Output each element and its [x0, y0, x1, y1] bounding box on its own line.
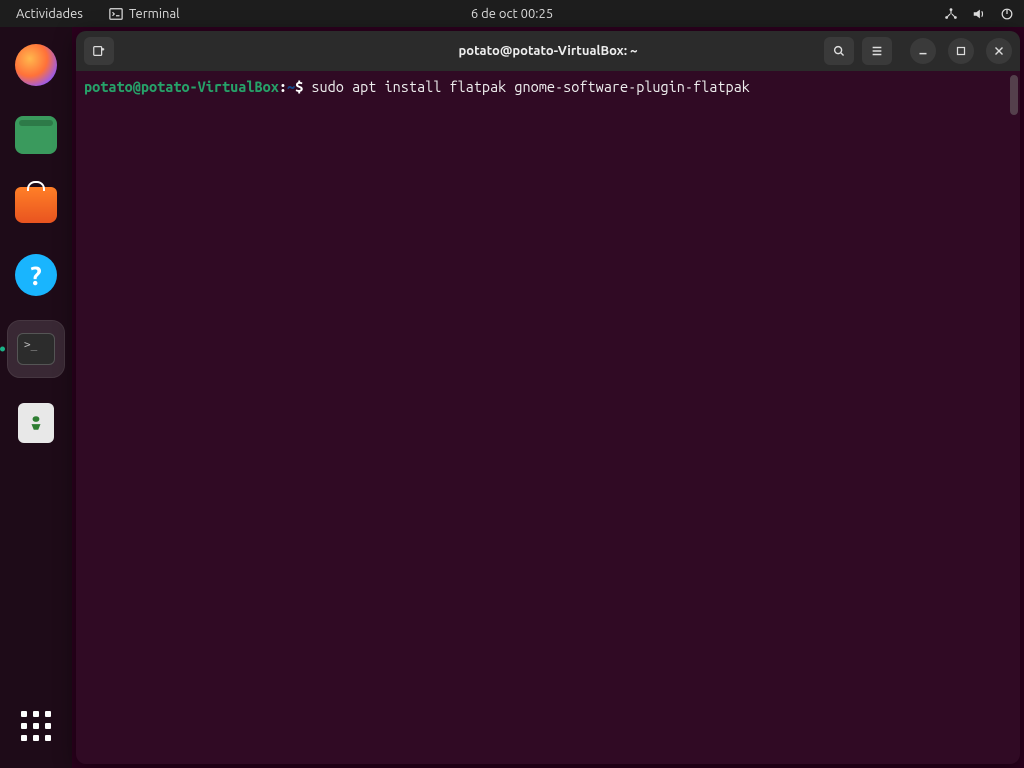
window-title: potato@potato-VirtualBox: ~ — [459, 44, 638, 58]
new-tab-button[interactable] — [84, 37, 114, 65]
dock: ? >_ — [0, 27, 72, 768]
minimize-icon — [916, 44, 930, 58]
titlebar[interactable]: potato@potato-VirtualBox: ~ — [76, 31, 1020, 71]
volume-icon — [972, 7, 986, 21]
launcher-help[interactable]: ? — [12, 251, 60, 299]
launcher-files[interactable] — [12, 111, 60, 159]
command-text: sudo apt install flatpak gnome-software-… — [311, 78, 749, 95]
power-icon — [1000, 7, 1014, 21]
system-tray[interactable] — [944, 7, 1014, 21]
prompt-sep: : — [279, 78, 287, 95]
hamburger-menu-button[interactable] — [862, 37, 892, 65]
hamburger-icon — [870, 44, 884, 58]
search-button[interactable] — [824, 37, 854, 65]
appmenu-label: Terminal — [129, 7, 180, 21]
launcher-trash[interactable] — [12, 399, 60, 447]
maximize-icon — [954, 44, 968, 58]
launcher-terminal[interactable]: >_ — [8, 321, 64, 377]
search-icon — [832, 44, 846, 58]
minimize-button[interactable] — [910, 38, 936, 64]
terminal-icon — [109, 7, 123, 21]
close-icon — [992, 44, 1006, 58]
prompt-user: potato@potato-VirtualBox — [84, 78, 279, 95]
activities-button[interactable]: Actividades — [10, 5, 89, 23]
terminal-app-icon: >_ — [17, 333, 55, 365]
launcher-software[interactable] — [12, 181, 60, 229]
files-icon — [15, 116, 57, 154]
network-icon — [944, 7, 958, 21]
help-icon: ? — [15, 254, 57, 296]
show-applications-button[interactable] — [12, 702, 60, 750]
new-tab-icon — [92, 44, 106, 58]
software-icon — [15, 187, 57, 223]
clock[interactable]: 6 de oct 00:25 — [471, 7, 553, 21]
terminal-body[interactable]: potato@potato-VirtualBox:~$ sudo apt ins… — [76, 71, 1020, 764]
launcher-firefox[interactable] — [12, 41, 60, 89]
appmenu-button[interactable]: Terminal — [109, 7, 180, 21]
terminal-window: potato@potato-VirtualBox: ~ potato@pot — [76, 31, 1020, 764]
top-panel: Actividades Terminal 6 de oct 00:25 — [0, 0, 1024, 27]
prompt-dollar: $ — [295, 78, 311, 95]
trash-icon — [18, 403, 54, 443]
prompt-path: ~ — [287, 78, 295, 95]
terminal-scrollbar[interactable] — [1010, 75, 1018, 115]
maximize-button[interactable] — [948, 38, 974, 64]
close-button[interactable] — [986, 38, 1012, 64]
firefox-icon — [15, 44, 57, 86]
